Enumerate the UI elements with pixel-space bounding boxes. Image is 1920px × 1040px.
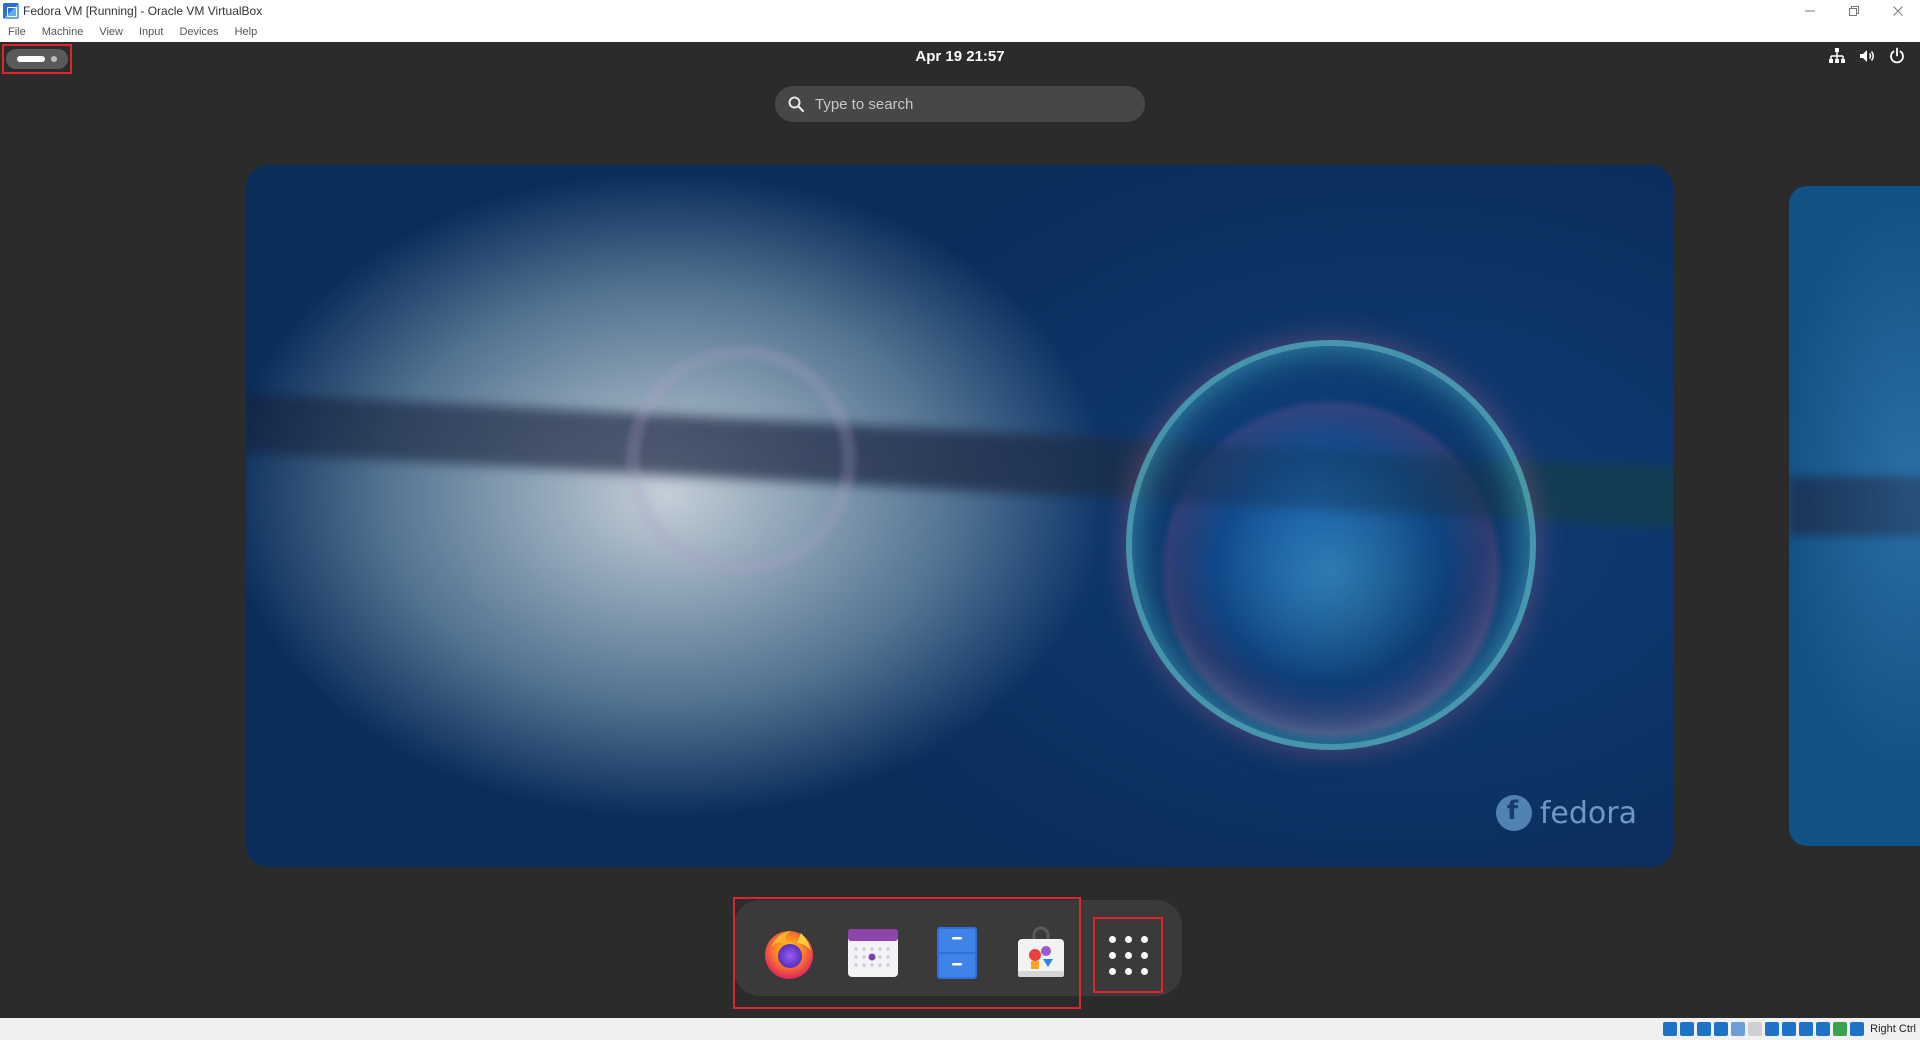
display-icon[interactable]	[1765, 1022, 1780, 1036]
clock-button[interactable]: Apr 19 21:57	[915, 48, 1004, 65]
window-titlebar: Fedora VM [Running] - Oracle VM VirtualB…	[0, 0, 1920, 22]
system-status-area[interactable]	[1828, 47, 1906, 65]
shared-folders-icon[interactable]	[1748, 1022, 1763, 1036]
inactive-workspace-indicator	[51, 56, 57, 62]
audio-icon[interactable]	[1697, 1022, 1712, 1036]
network-adapter-icon[interactable]	[1714, 1022, 1729, 1036]
fedora-logo: fedora	[1495, 795, 1637, 831]
activities-button[interactable]	[2, 44, 72, 74]
virtualbox-app-icon	[3, 3, 19, 19]
wallpaper-band	[1789, 476, 1920, 536]
menu-help[interactable]: Help	[235, 26, 258, 38]
close-icon[interactable]	[1876, 0, 1920, 22]
restore-icon[interactable]	[1832, 0, 1876, 22]
optical-drive-icon[interactable]	[1680, 1022, 1695, 1036]
files-icon[interactable]	[929, 925, 985, 981]
vt-x-icon[interactable]	[1816, 1022, 1831, 1036]
activities-indicator-icon	[6, 49, 68, 69]
menu-devices[interactable]: Devices	[179, 26, 218, 38]
guest-display: Apr 19 21:57 fedora	[0, 42, 1920, 1018]
usb-icon[interactable]	[1731, 1022, 1746, 1036]
software-icon[interactable]	[1013, 925, 1069, 981]
menu-file[interactable]: File	[8, 26, 26, 38]
fedora-logo-text: fedora	[1539, 795, 1637, 831]
workspace-thumbnail-next[interactable]	[1789, 186, 1920, 846]
show-apps-grid-icon	[1108, 935, 1148, 975]
workspace-thumbnail-current[interactable]: fedora	[246, 165, 1673, 867]
power-icon	[1888, 47, 1906, 65]
firefox-icon[interactable]	[761, 925, 817, 981]
menubar: File Machine View Input Devices Help	[0, 22, 1920, 42]
volume-icon	[1858, 47, 1876, 65]
host-statusbar: Right Ctrl	[0, 1018, 1920, 1040]
recording-icon[interactable]	[1782, 1022, 1797, 1036]
menu-view[interactable]: View	[99, 26, 123, 38]
menu-machine[interactable]: Machine	[42, 26, 84, 38]
show-apps-button[interactable]	[1093, 917, 1163, 993]
gnome-topbar: Apr 19 21:57	[0, 42, 1920, 74]
search-icon	[788, 96, 805, 113]
wallpaper-bubble	[1126, 340, 1536, 750]
wallpaper-ring	[626, 345, 856, 575]
minimize-icon[interactable]	[1788, 0, 1832, 22]
calendar-icon[interactable]	[845, 925, 901, 981]
window-title: Fedora VM [Running] - Oracle VM VirtualB…	[23, 4, 263, 18]
dash-favorites	[733, 897, 1081, 1009]
search-entry[interactable]	[775, 86, 1145, 122]
fedora-logo-mark	[1495, 795, 1532, 831]
window-controls	[1788, 0, 1920, 22]
keyboard-capture-icon[interactable]	[1850, 1022, 1865, 1036]
cpu-icon[interactable]	[1799, 1022, 1814, 1036]
active-workspace-indicator	[17, 56, 45, 62]
search-input[interactable]	[815, 95, 1145, 113]
menu-input[interactable]: Input	[139, 26, 163, 38]
host-key-label[interactable]: Right Ctrl	[1870, 1023, 1916, 1035]
network-icon	[1828, 47, 1846, 65]
mouse-integration-icon[interactable]	[1833, 1022, 1848, 1036]
hard-disk-icon[interactable]	[1663, 1022, 1678, 1036]
